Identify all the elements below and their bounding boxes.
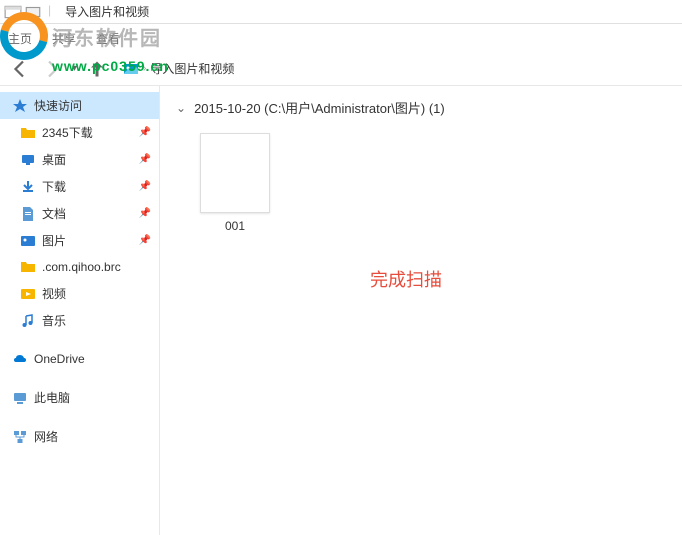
sidebar-quickaccess[interactable]: 快速访问 bbox=[0, 92, 159, 119]
content-area: 快速访问 2345下载 📌 桌面 📌 下载 📌 文档 📌 图片 📌 bbox=[0, 86, 682, 535]
sidebar-network[interactable]: 网络 bbox=[0, 423, 159, 450]
document-icon bbox=[20, 206, 36, 222]
sidebar-item-label: 文档 bbox=[42, 205, 66, 222]
history-dropdown-icon[interactable]: ▾ bbox=[72, 63, 77, 74]
sidebar-item-label: 网络 bbox=[34, 428, 58, 445]
navigation-pane: 快速访问 2345下载 📌 桌面 📌 下载 📌 文档 📌 图片 📌 bbox=[0, 86, 160, 535]
download-icon bbox=[20, 179, 36, 195]
group-title: 2015-10-20 (C:\用户\Administrator\图片) (1) bbox=[194, 98, 445, 117]
pin-icon: 📌 bbox=[139, 127, 151, 138]
back-button[interactable] bbox=[8, 57, 32, 81]
sidebar-item-documents[interactable]: 文档 📌 bbox=[0, 200, 159, 227]
address-bar[interactable]: › 导入图片和视频 bbox=[117, 58, 240, 79]
pin-icon: 📌 bbox=[139, 181, 151, 192]
sidebar-item-music[interactable]: 音乐 bbox=[0, 307, 159, 334]
sidebar-onedrive[interactable]: OneDrive bbox=[0, 346, 159, 372]
sidebar-item-label: OneDrive bbox=[34, 352, 85, 366]
sidebar-item-label: 快速访问 bbox=[34, 97, 82, 114]
sidebar-item-label: 2345下载 bbox=[42, 124, 93, 141]
folder-icon bbox=[20, 259, 36, 275]
desktop-icon bbox=[20, 152, 36, 168]
window-icon bbox=[4, 3, 22, 21]
sidebar-item-downloads[interactable]: 下载 📌 bbox=[0, 173, 159, 200]
ribbon-tab-view[interactable]: 查看 bbox=[96, 26, 120, 51]
sidebar-item-label: 音乐 bbox=[42, 312, 66, 329]
navigation-bar: ▾ › 导入图片和视频 bbox=[0, 52, 682, 86]
sidebar-item-2345[interactable]: 2345下载 📌 bbox=[0, 119, 159, 146]
title-bar: | 导入图片和视频 bbox=[0, 0, 682, 24]
pin-icon: 📌 bbox=[139, 235, 151, 246]
pin-icon: 📌 bbox=[139, 208, 151, 219]
sidebar-item-label: .com.qihoo.brc bbox=[42, 260, 121, 274]
sidebar-item-desktop[interactable]: 桌面 📌 bbox=[0, 146, 159, 173]
computer-icon bbox=[12, 390, 28, 406]
music-icon bbox=[20, 313, 36, 329]
file-view[interactable]: ⌄ 2015-10-20 (C:\用户\Administrator\图片) (1… bbox=[160, 86, 682, 535]
network-icon bbox=[12, 429, 28, 445]
folder-type-icon bbox=[123, 61, 139, 77]
ribbon-tab-home[interactable]: 主页 bbox=[8, 26, 32, 51]
ribbon-tab-share[interactable]: 共享 bbox=[52, 26, 76, 51]
sidebar-item-qihoo[interactable]: .com.qihoo.brc bbox=[0, 254, 159, 280]
sidebar-item-label: 视频 bbox=[42, 285, 66, 302]
pin-icon: 📌 bbox=[139, 154, 151, 165]
qat-icon-1[interactable] bbox=[24, 3, 42, 21]
folder-icon bbox=[20, 125, 36, 141]
breadcrumb-separator-icon: › bbox=[143, 63, 146, 74]
pictures-icon bbox=[20, 233, 36, 249]
file-name-label: 001 bbox=[225, 219, 245, 233]
up-button[interactable] bbox=[85, 57, 109, 81]
ribbon-bar: 主页 共享 查看 bbox=[0, 24, 682, 52]
status-message: 完成扫描 bbox=[370, 266, 442, 292]
sidebar-item-label: 此电脑 bbox=[34, 389, 70, 406]
sidebar-item-videos[interactable]: 视频 bbox=[0, 280, 159, 307]
sidebar-thispc[interactable]: 此电脑 bbox=[0, 384, 159, 411]
window-title: 导入图片和视频 bbox=[65, 3, 149, 20]
forward-button[interactable] bbox=[40, 57, 64, 81]
sidebar-item-label: 下载 bbox=[42, 178, 66, 195]
file-thumbnail bbox=[200, 133, 270, 213]
breadcrumb-current[interactable]: 导入图片和视频 bbox=[150, 60, 234, 77]
separator: | bbox=[48, 3, 51, 21]
file-grid: 001 bbox=[176, 133, 666, 233]
star-icon bbox=[12, 98, 28, 114]
chevron-down-icon[interactable]: ⌄ bbox=[176, 101, 186, 115]
file-item[interactable]: 001 bbox=[200, 133, 270, 233]
sidebar-item-label: 图片 bbox=[42, 232, 66, 249]
sidebar-item-pictures[interactable]: 图片 📌 bbox=[0, 227, 159, 254]
cloud-icon bbox=[12, 351, 28, 367]
group-header[interactable]: ⌄ 2015-10-20 (C:\用户\Administrator\图片) (1… bbox=[176, 98, 666, 117]
video-icon bbox=[20, 286, 36, 302]
sidebar-item-label: 桌面 bbox=[42, 151, 66, 168]
